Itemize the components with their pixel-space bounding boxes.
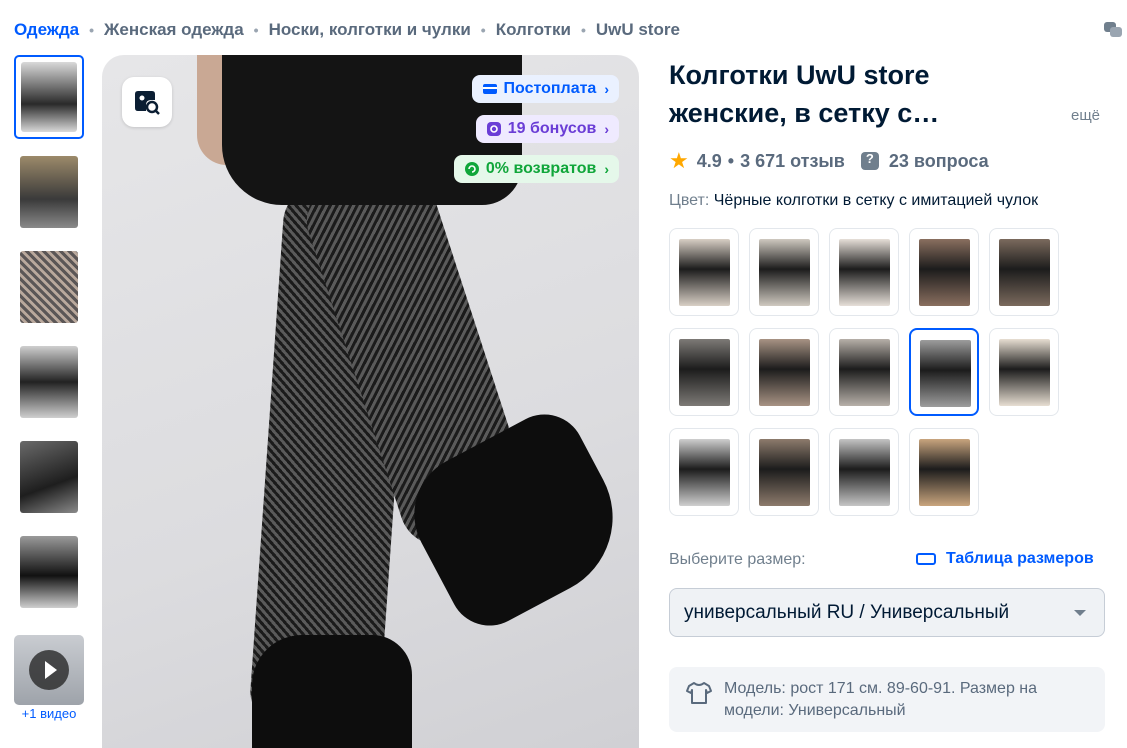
chevron-right-icon: › — [604, 161, 609, 177]
breadcrumb-item-store[interactable]: UwU store — [596, 20, 680, 40]
video-thumbnail[interactable] — [14, 635, 84, 705]
model-info-text: Модель: рост 171 см. 89-60-91. Размер на… — [724, 680, 1038, 719]
swatch-image — [839, 439, 890, 506]
color-swatch[interactable] — [669, 328, 739, 416]
postpay-badge[interactable]: Постоплата › — [471, 75, 619, 103]
main-product-image[interactable]: Постоплата › 19 бонусов › 0% возвратов › — [102, 55, 639, 748]
breadcrumb-separator: • — [89, 22, 95, 38]
color-swatch[interactable] — [909, 428, 979, 516]
image-shoe — [252, 635, 412, 748]
color-label: Цвет: — [669, 192, 710, 209]
color-swatch[interactable] — [749, 228, 819, 316]
chevron-right-icon: › — [604, 81, 609, 97]
thumbnail-2[interactable] — [14, 150, 84, 234]
thumbnail-6[interactable] — [14, 530, 84, 614]
chevron-right-icon: › — [604, 121, 609, 137]
color-swatch-selected[interactable] — [909, 328, 979, 416]
color-value: Чёрные колготки в сетку с имитацией чуло… — [713, 192, 1039, 209]
color-swatch[interactable] — [669, 228, 739, 316]
product-title: Колготки UwU store женские, в сетку с… — [669, 60, 940, 128]
size-table-label: Таблица размеров — [946, 550, 1094, 567]
swatch-image — [679, 439, 730, 506]
thumbnail-4[interactable] — [14, 340, 84, 424]
breadcrumb: Одежда • Женская одежда • Носки, колготк… — [14, 20, 680, 40]
size-selected-value: универсальный RU / Универсальный — [684, 601, 1010, 623]
card-icon — [482, 84, 497, 94]
breadcrumb-separator: • — [580, 22, 586, 38]
returns-label: 0% возвратов — [485, 160, 597, 177]
photo-search-icon — [135, 91, 160, 115]
size-label: Выберите размер: — [669, 551, 806, 568]
breadcrumb-item-hosiery[interactable]: Носки, колготки и чулки — [269, 20, 471, 40]
thumbnail-image — [20, 346, 78, 418]
breadcrumb-separator: • — [253, 22, 259, 38]
swatch-image — [759, 239, 810, 306]
swatch-image — [759, 339, 810, 406]
model-info-box: Модель: рост 171 см. 89-60-91. Размер на… — [669, 667, 1105, 732]
title-more-link[interactable]: ещё — [1071, 107, 1100, 124]
swatch-image — [919, 439, 970, 506]
swatch-image — [839, 239, 890, 306]
breadcrumb-item-clothing[interactable]: Одежда — [14, 20, 79, 40]
breadcrumb-separator: • — [480, 22, 486, 38]
star-icon: ★ — [669, 148, 689, 173]
color-swatch[interactable] — [989, 328, 1059, 416]
color-swatch[interactable] — [669, 428, 739, 516]
thumbnail-image — [20, 156, 78, 228]
swatch-image — [919, 239, 970, 306]
color-line: Цвет: Чёрные колготки в сетку с имитацие… — [669, 192, 1038, 210]
ruler-icon — [916, 553, 936, 565]
swatch-image — [920, 340, 971, 407]
color-swatch[interactable] — [829, 228, 899, 316]
rating-row: ★ 4.9 • 3 671 отзыв 23 вопроса — [669, 148, 989, 174]
return-icon — [464, 162, 479, 176]
color-swatch[interactable] — [829, 428, 899, 516]
color-swatch[interactable] — [749, 328, 819, 416]
color-swatch[interactable] — [749, 428, 819, 516]
color-swatch[interactable] — [909, 228, 979, 316]
thumbnail-image — [20, 441, 78, 513]
rating-value: 4.9 — [696, 150, 722, 171]
swatch-image — [679, 339, 730, 406]
bonus-icon — [486, 122, 501, 136]
thumbnail-5[interactable] — [14, 435, 84, 519]
returns-badge[interactable]: 0% возвратов › — [453, 155, 619, 183]
breadcrumb-item-womens-clothing[interactable]: Женская одежда — [104, 20, 244, 40]
size-table-link[interactable]: Таблица размеров — [916, 550, 1094, 568]
color-swatch[interactable] — [989, 228, 1059, 316]
swatch-image — [999, 339, 1050, 406]
swatch-image — [839, 339, 890, 406]
swatch-image — [759, 439, 810, 506]
color-swatch[interactable] — [829, 328, 899, 416]
size-select[interactable]: универсальный RU / Универсальный — [669, 588, 1105, 637]
questions-link[interactable]: 23 вопроса — [889, 151, 989, 172]
video-count-label[interactable]: +1 видео — [14, 706, 84, 721]
chat-icon[interactable] — [1103, 20, 1123, 40]
thumbnail-3[interactable] — [14, 245, 84, 329]
swatch-image — [679, 239, 730, 306]
rating-separator: • — [727, 150, 735, 171]
question-icon — [860, 151, 879, 170]
tshirt-icon — [686, 682, 712, 704]
thumbnail-image — [21, 62, 77, 132]
thumbnail-image — [20, 536, 78, 608]
search-by-photo-button[interactable] — [122, 77, 172, 127]
thumbnail-image — [20, 251, 78, 323]
breadcrumb-item-tights[interactable]: Колготки — [496, 20, 571, 40]
thumbnail-1[interactable] — [14, 55, 84, 139]
bonus-badge[interactable]: 19 бонусов › — [475, 115, 619, 143]
bonus-label: 19 бонусов — [507, 120, 597, 137]
chevron-down-icon — [1074, 610, 1086, 616]
reviews-link[interactable]: 3 671 отзыв — [740, 151, 845, 172]
postpay-label: Постоплата — [503, 80, 597, 97]
play-icon — [29, 650, 69, 690]
swatch-image — [999, 239, 1050, 306]
